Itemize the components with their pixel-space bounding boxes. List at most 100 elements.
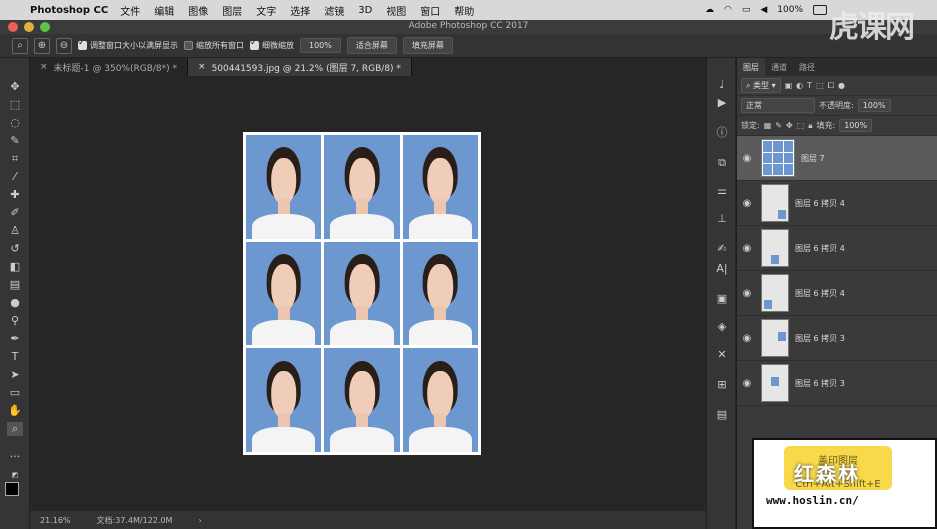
- checkbox-icon[interactable]: [250, 38, 259, 50]
- image-icon[interactable]: ▣: [714, 292, 730, 306]
- layer-row[interactable]: ◉ 图层 6 拷贝 3: [737, 316, 937, 361]
- lock-position-icon[interactable]: ✥: [786, 121, 793, 130]
- 3d-icon[interactable]: ◈: [714, 320, 730, 334]
- filter-toggle-icon[interactable]: ●: [838, 81, 845, 90]
- zoom-all-windows-option[interactable]: 缩放所有窗口: [184, 40, 244, 51]
- menu-file[interactable]: 文件: [120, 3, 140, 18]
- menu-edit[interactable]: 编辑: [154, 3, 174, 18]
- layer-name[interactable]: 图层 6 拷贝 3: [795, 333, 845, 344]
- blend-mode-select[interactable]: 正常: [741, 98, 815, 113]
- document-canvas[interactable]: [243, 132, 481, 455]
- quick-select-tool-icon[interactable]: ✎: [7, 134, 23, 148]
- menu-type[interactable]: 文字: [256, 3, 276, 18]
- play-icon[interactable]: ▶: [714, 96, 730, 110]
- properties-icon[interactable]: ⊥: [714, 212, 730, 226]
- zoom-out-icon[interactable]: ⊖: [56, 37, 72, 54]
- layer-row[interactable]: ◉ 图层 7: [737, 136, 937, 181]
- scrubby-zoom-option[interactable]: 细微缩放: [250, 38, 294, 51]
- dodge-tool-icon[interactable]: ⚲: [7, 314, 23, 328]
- notes-icon[interactable]: ▤: [714, 408, 730, 422]
- layer-name[interactable]: 图层 7: [801, 153, 825, 164]
- fit-screen-button[interactable]: 适合屏幕: [346, 37, 397, 54]
- blur-tool-icon[interactable]: ●: [7, 296, 23, 310]
- status-menu-arrow[interactable]: ›: [198, 516, 201, 525]
- adjustments-icon[interactable]: ⚌: [714, 184, 730, 198]
- filter-smart-object-icon[interactable]: ⧠: [828, 81, 834, 91]
- gradient-tool-icon[interactable]: ▤: [7, 278, 23, 292]
- eye-icon[interactable]: ◉: [737, 333, 757, 344]
- menu-view[interactable]: 视图: [386, 3, 406, 18]
- layer-row[interactable]: ◉ 图层 6 拷贝 3: [737, 361, 937, 406]
- character-icon[interactable]: A|: [714, 262, 730, 276]
- cloud-icon[interactable]: ☁: [705, 5, 714, 15]
- tab-channels[interactable]: 通道: [765, 58, 793, 76]
- fill-screen-button[interactable]: 填充屏幕: [402, 37, 453, 54]
- menu-window[interactable]: 窗口: [420, 3, 440, 18]
- close-icon[interactable]: ×: [40, 62, 48, 72]
- tools-icon[interactable]: ✕: [714, 348, 730, 362]
- pen-tool-icon[interactable]: ✒: [7, 332, 23, 346]
- menu-layer[interactable]: 图层: [222, 3, 242, 18]
- rectangle-tool-icon[interactable]: ▭: [7, 386, 23, 400]
- opacity-input[interactable]: 100%: [857, 99, 891, 112]
- hand-tool-icon[interactable]: ✋: [7, 404, 23, 418]
- lasso-tool-icon[interactable]: ◌: [7, 116, 23, 130]
- foreground-color-swatch[interactable]: [5, 482, 19, 496]
- zoom-tool-icon[interactable]: ⌕: [7, 422, 23, 436]
- lock-all-icon[interactable]: 🔒︎: [808, 121, 812, 131]
- lock-pixels-icon[interactable]: ✎: [775, 121, 782, 130]
- airplay-icon[interactable]: ▭: [742, 5, 751, 15]
- tab-layers[interactable]: 图层: [737, 58, 765, 76]
- filter-shape-icon[interactable]: ⬚: [816, 81, 824, 90]
- resize-windows-option[interactable]: 调整窗口大小以满屏显示: [78, 38, 178, 51]
- layer-row[interactable]: ◉ 图层 6 拷贝 4: [737, 181, 937, 226]
- eraser-tool-icon[interactable]: ◧: [7, 260, 23, 274]
- menu-3d[interactable]: 3D: [358, 5, 372, 16]
- move-tool-icon[interactable]: ✥: [7, 80, 23, 94]
- volume-icon[interactable]: ◀: [760, 5, 767, 15]
- eye-icon[interactable]: ◉: [737, 243, 757, 254]
- clone-stamp-tool-icon[interactable]: ♙: [7, 224, 23, 238]
- battery-icon[interactable]: [813, 5, 827, 15]
- filter-adjustment-icon[interactable]: ◐: [796, 81, 803, 90]
- layer-name[interactable]: 图层 6 拷贝 4: [795, 243, 845, 254]
- eye-icon[interactable]: ◉: [737, 153, 757, 164]
- crop-tool-icon[interactable]: ⌗: [7, 152, 23, 166]
- fill-input[interactable]: 100%: [839, 119, 873, 132]
- wifi-icon[interactable]: ◠: [724, 5, 732, 15]
- eyedropper-tool-icon[interactable]: ⁄: [7, 170, 23, 184]
- path-select-tool-icon[interactable]: ➤: [7, 368, 23, 382]
- layer-row[interactable]: ◉ 图层 6 拷贝 4: [737, 226, 937, 271]
- layer-name[interactable]: 图层 6 拷贝 4: [795, 288, 845, 299]
- more-tools-icon[interactable]: ···: [7, 450, 23, 464]
- healing-tool-icon[interactable]: ✚: [7, 188, 23, 202]
- layer-name[interactable]: 图层 6 拷贝 4: [795, 198, 845, 209]
- eye-icon[interactable]: ◉: [737, 288, 757, 299]
- filter-pixel-icon[interactable]: ▣: [785, 81, 793, 90]
- info-icon[interactable]: ⓘ: [714, 126, 730, 140]
- zoom-tool-icon[interactable]: ⌕: [12, 37, 28, 54]
- layer-row[interactable]: ◉ 图层 6 拷贝 4: [737, 271, 937, 316]
- clone-source-icon[interactable]: ⧉: [714, 156, 730, 170]
- checkbox-icon[interactable]: [78, 38, 87, 50]
- brush-settings-icon[interactable]: ✍: [714, 242, 730, 256]
- history-brush-tool-icon[interactable]: ↺: [7, 242, 23, 256]
- filter-type-icon[interactable]: T: [807, 81, 812, 90]
- tab-paths[interactable]: 路径: [793, 58, 821, 76]
- layer-name[interactable]: 图层 6 拷贝 3: [795, 378, 845, 389]
- tab-active-document[interactable]: × 500441593.jpg @ 21.2% (图层 7, RGB/8) *: [188, 58, 412, 76]
- close-icon[interactable]: ×: [198, 62, 206, 72]
- menu-select[interactable]: 选择: [290, 3, 310, 18]
- checkbox-icon[interactable]: [184, 41, 193, 50]
- zoom-level[interactable]: 21.16%: [40, 516, 71, 525]
- tab-untitled[interactable]: × 未标题-1 @ 350%(RGB/8*) *: [30, 58, 189, 76]
- zoom-100-button[interactable]: 100%: [300, 38, 341, 53]
- marquee-tool-icon[interactable]: ⬚: [7, 98, 23, 112]
- filter-kind-select[interactable]: ⌕ 类型 ▾: [741, 78, 781, 93]
- brush-tool-icon[interactable]: ✐: [7, 206, 23, 220]
- menu-image[interactable]: 图像: [188, 3, 208, 18]
- eye-icon[interactable]: ◉: [737, 378, 757, 389]
- lock-artboard-icon[interactable]: ⬚: [797, 121, 805, 130]
- menu-help[interactable]: 帮助: [454, 3, 474, 18]
- menu-filter[interactable]: 滤镜: [324, 3, 344, 18]
